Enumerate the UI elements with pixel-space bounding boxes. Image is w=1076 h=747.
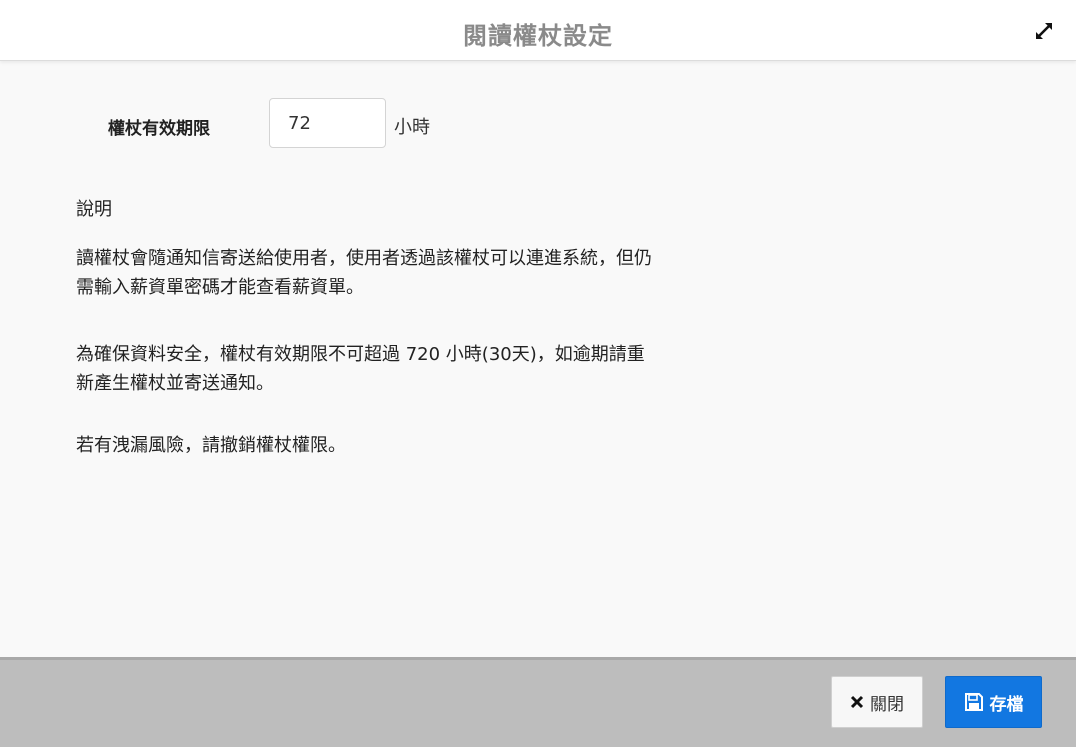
expand-icon: [1036, 23, 1052, 39]
floppy-disk-icon: [964, 692, 984, 712]
close-button-label: 關閉: [870, 694, 904, 715]
token-settings-dialog: 閱讀權杖設定 權杖有效期限 小時 說明 讀權杖會隨通知信寄送給使用者，使用者透過…: [0, 0, 1076, 747]
close-icon: [850, 695, 864, 709]
save-button-label: 存檔: [989, 694, 1024, 715]
unit-label: 小時: [394, 117, 430, 138]
close-button[interactable]: 關閉: [831, 676, 923, 728]
description-paragraph: 讀權杖會隨通知信寄送給使用者，使用者透過該權杖可以連進系統，但仍需輸入薪資單密碼…: [76, 248, 652, 298]
save-button[interactable]: 存檔: [945, 676, 1042, 728]
token-expiry-input[interactable]: [269, 98, 386, 148]
dialog-footer: 關閉 存檔: [0, 657, 1076, 747]
dialog-body: 權杖有效期限 小時 說明 讀權杖會隨通知信寄送給使用者，使用者透過該權杖可以連進…: [0, 61, 1076, 657]
dialog-header: 閱讀權杖設定: [0, 0, 1076, 61]
token-expiry-label: 權杖有效期限: [108, 119, 210, 139]
dialog-title: 閱讀權杖設定: [463, 22, 613, 50]
expand-button[interactable]: [1034, 21, 1054, 41]
description-paragraph: 若有洩漏風險，請撤銷權杖權限。: [76, 435, 346, 456]
description-paragraph: 為確保資料安全，權杖有效期限不可超過 720 小時(30天)，如逾期請重新產生權…: [76, 344, 645, 394]
description-heading: 說明: [76, 199, 112, 220]
